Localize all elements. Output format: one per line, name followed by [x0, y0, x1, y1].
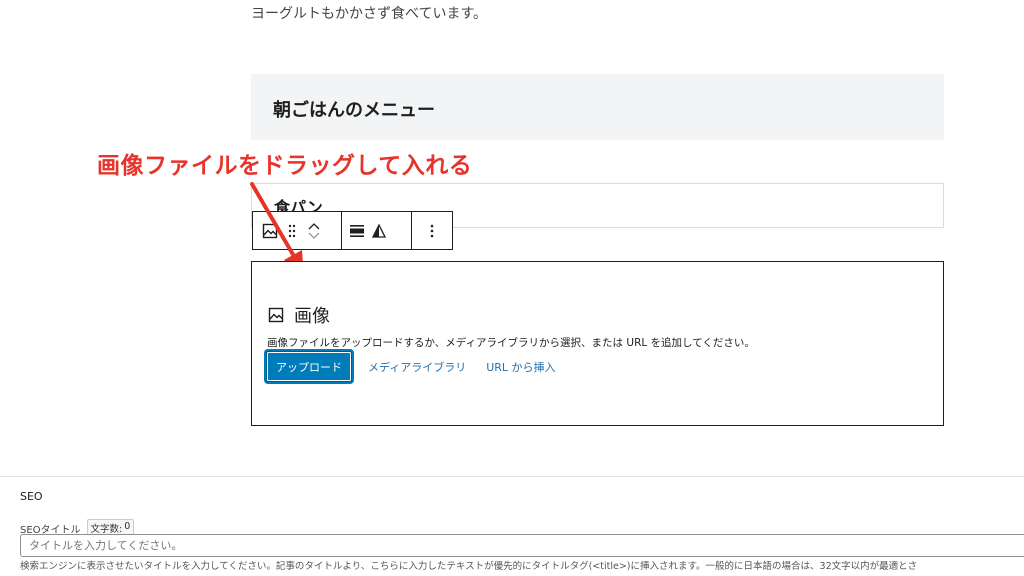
seo-panel: SEO SEOタイトル 文字数: 0 検索エンジンに表示させたいタイトルを入力し… [0, 476, 1024, 576]
more-options-icon[interactable] [421, 212, 443, 249]
upload-button[interactable]: アップロード [266, 351, 352, 382]
heading-text[interactable]: 朝ごはんのメニュー [273, 96, 435, 122]
media-library-button[interactable]: メディアライブラリ [368, 359, 466, 375]
image-block-label: 画像 [294, 306, 330, 327]
toolbar-group-options [412, 212, 452, 249]
char-count-value: 0 [124, 521, 131, 532]
image-block-title: 画像 [268, 302, 330, 328]
image-block-actions: アップロード メディアライブラリ URL から挿入 [266, 351, 556, 382]
image-icon [268, 307, 284, 323]
heading-block[interactable]: 朝ごはんのメニュー [251, 74, 944, 140]
paragraph-block[interactable]: ヨーグルトもかかさず食べています。 [251, 3, 487, 23]
toolbar-group-format [342, 212, 412, 249]
annotation-text: 画像ファイルをドラッグして入れる [97, 153, 473, 179]
seo-title-input[interactable] [20, 534, 1024, 557]
insert-from-url-button[interactable]: URL から挿入 [486, 359, 555, 375]
align-icon[interactable] [346, 212, 368, 249]
char-count-label: 文字数: [90, 524, 123, 535]
image-block-instructions: 画像ファイルをアップロードするか、メディアライブラリから選択、または URL を… [267, 337, 755, 349]
image-block-placeholder[interactable]: 画像 画像ファイルをアップロードするか、メディアライブラリから選択、または UR… [251, 261, 944, 426]
seo-heading: SEO [20, 490, 43, 503]
seo-title-help-text: 検索エンジンに表示させたいタイトルを入力してください。記事のタイトルより、こちら… [20, 561, 918, 572]
contrast-icon[interactable] [368, 212, 390, 249]
